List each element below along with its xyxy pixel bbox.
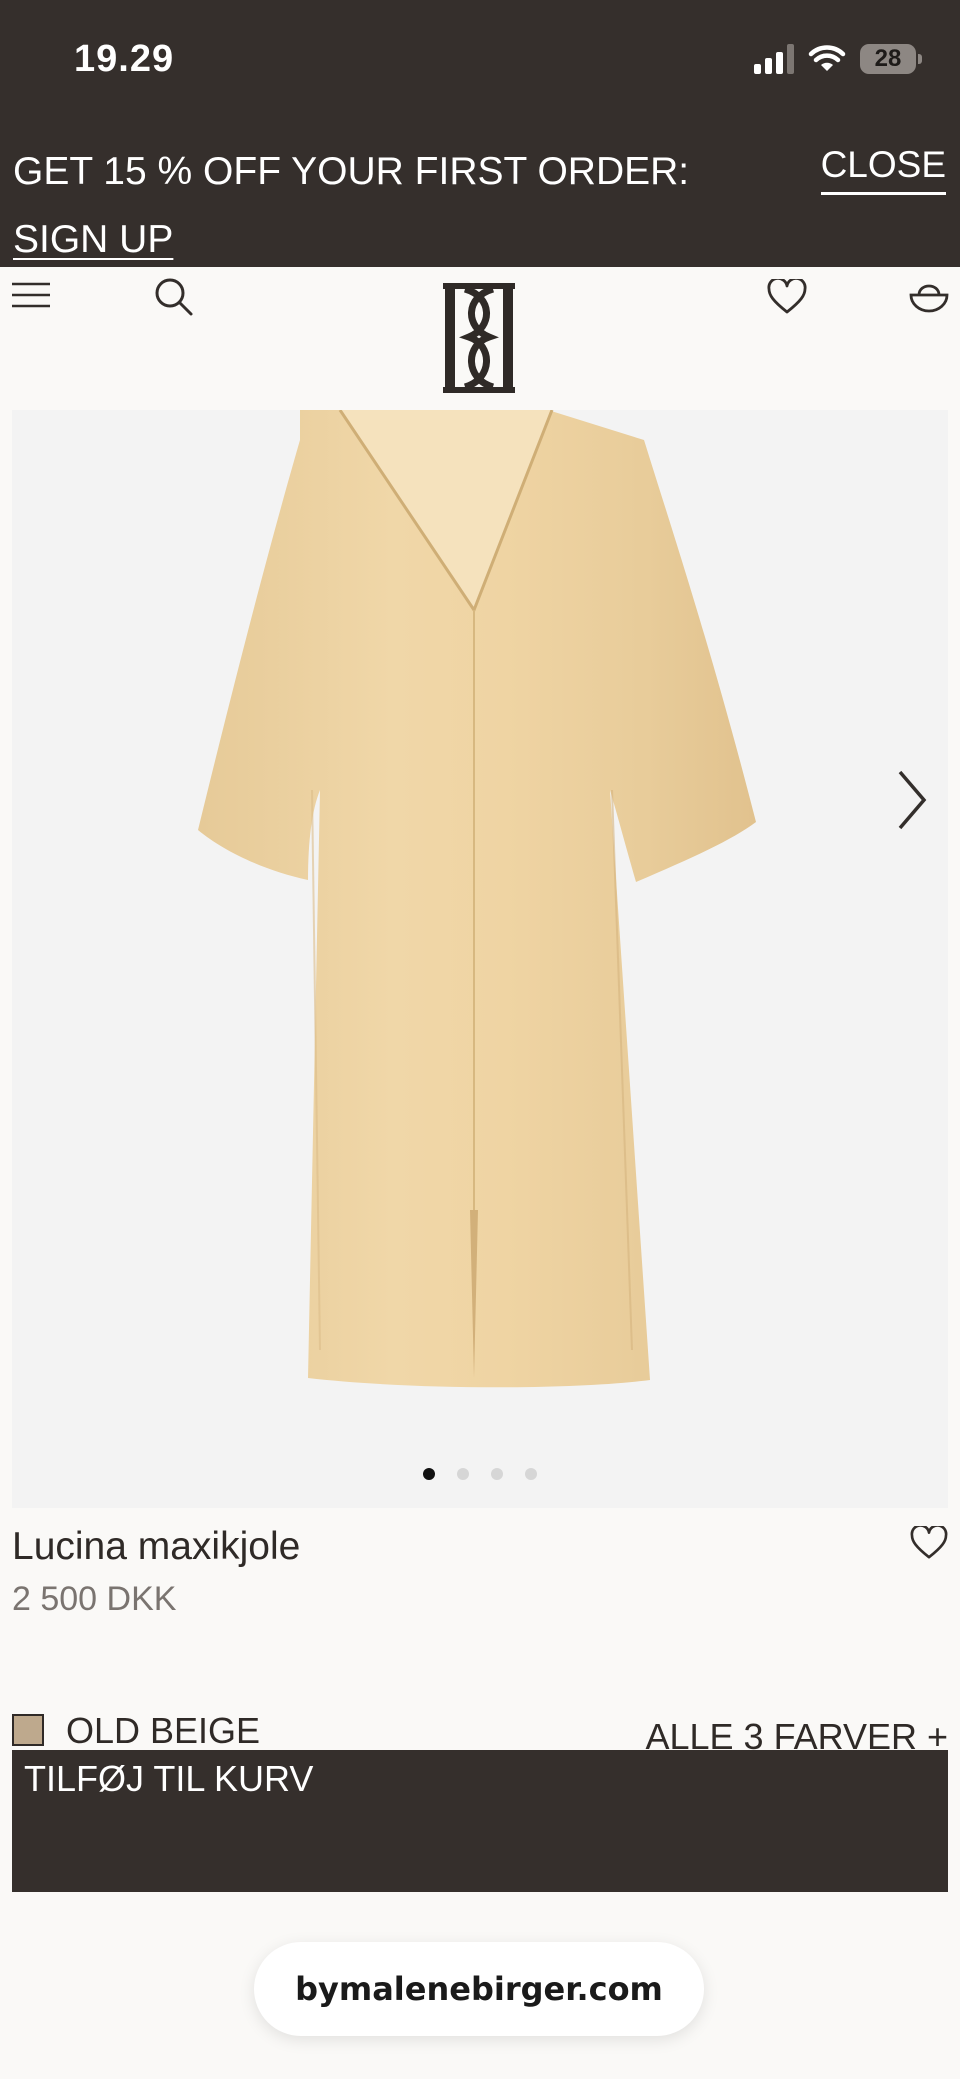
promo-close-button[interactable]: CLOSE <box>820 140 946 195</box>
status-bar: 19.29 28 <box>0 0 960 130</box>
promo-text: GET 15 % OFF YOUR FIRST ORDER: SIGN UP <box>13 138 813 274</box>
product-gallery[interactable] <box>12 410 948 1508</box>
pagination-dot[interactable] <box>423 1468 435 1480</box>
pagination-dot[interactable] <box>525 1468 537 1480</box>
brand-logo[interactable] <box>437 279 521 397</box>
pagination-dot[interactable] <box>491 1468 503 1480</box>
add-to-cart-button[interactable]: TILFØJ TIL KURV <box>12 1750 948 1892</box>
cellular-signal-icon <box>754 44 794 74</box>
add-to-wishlist-icon[interactable] <box>910 1526 948 1560</box>
chevron-right-icon[interactable] <box>880 760 940 840</box>
product-image <box>198 410 756 1388</box>
add-to-cart-label: TILFØJ TIL KURV <box>24 1758 314 1799</box>
wifi-icon <box>808 45 846 71</box>
search-icon[interactable] <box>154 277 194 317</box>
browser-url-bar[interactable]: bymalenebirger.com <box>254 1942 704 2036</box>
signup-link[interactable]: SIGN UP <box>13 218 173 261</box>
product-title: Lucina maxikjole <box>12 1525 301 1568</box>
gallery-pagination <box>12 1468 948 1480</box>
status-icons: 28 <box>754 44 922 74</box>
menu-icon[interactable] <box>12 281 50 311</box>
site-header <box>0 267 960 407</box>
basket-icon[interactable] <box>908 277 950 317</box>
battery-level: 28 <box>874 45 902 72</box>
promo-message: GET 15 % OFF YOUR FIRST ORDER: <box>13 150 690 193</box>
battery-icon: 28 <box>860 44 922 74</box>
status-time: 19.29 <box>74 38 175 80</box>
url-text: bymalenebirger.com <box>295 1970 663 2008</box>
selected-color-name: OLD BEIGE <box>66 1710 261 1751</box>
product-price: 2 500 DKK <box>12 1580 177 1618</box>
heart-icon[interactable] <box>767 279 807 315</box>
promo-banner: GET 15 % OFF YOUR FIRST ORDER: SIGN UP C… <box>0 130 960 267</box>
pagination-dot[interactable] <box>457 1468 469 1480</box>
color-swatch[interactable] <box>12 1714 44 1746</box>
